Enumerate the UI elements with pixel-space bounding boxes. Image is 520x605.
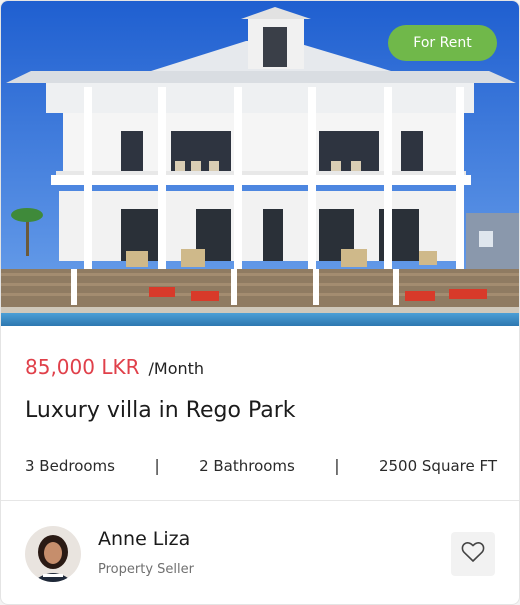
bathrooms-count: 2 Bathrooms xyxy=(199,456,295,475)
heart-icon xyxy=(461,541,485,567)
divider xyxy=(1,500,519,501)
favorite-button[interactable] xyxy=(451,532,495,576)
property-card[interactable]: For Rent 85,000 LKR /Month Luxury villa … xyxy=(0,0,520,605)
features-separator: | xyxy=(154,456,160,475)
listing-title[interactable]: Luxury villa in Rego Park xyxy=(25,398,296,423)
seller-role: Property Seller xyxy=(98,562,194,577)
price: 85,000 LKR xyxy=(25,355,140,379)
avatar[interactable] xyxy=(25,526,81,582)
for-rent-badge: For Rent xyxy=(388,25,497,61)
features-row: 3 Bedrooms | 2 Bathrooms | 2500 Square F… xyxy=(25,456,497,475)
area-size: 2500 Square FT xyxy=(378,456,497,475)
price-row: 85,000 LKR /Month xyxy=(25,355,204,379)
price-period: /Month xyxy=(148,359,205,378)
bedrooms-count: 3 Bedrooms xyxy=(25,456,115,475)
features-separator: | xyxy=(334,456,340,475)
seller-name[interactable]: Anne Liza xyxy=(98,528,190,550)
